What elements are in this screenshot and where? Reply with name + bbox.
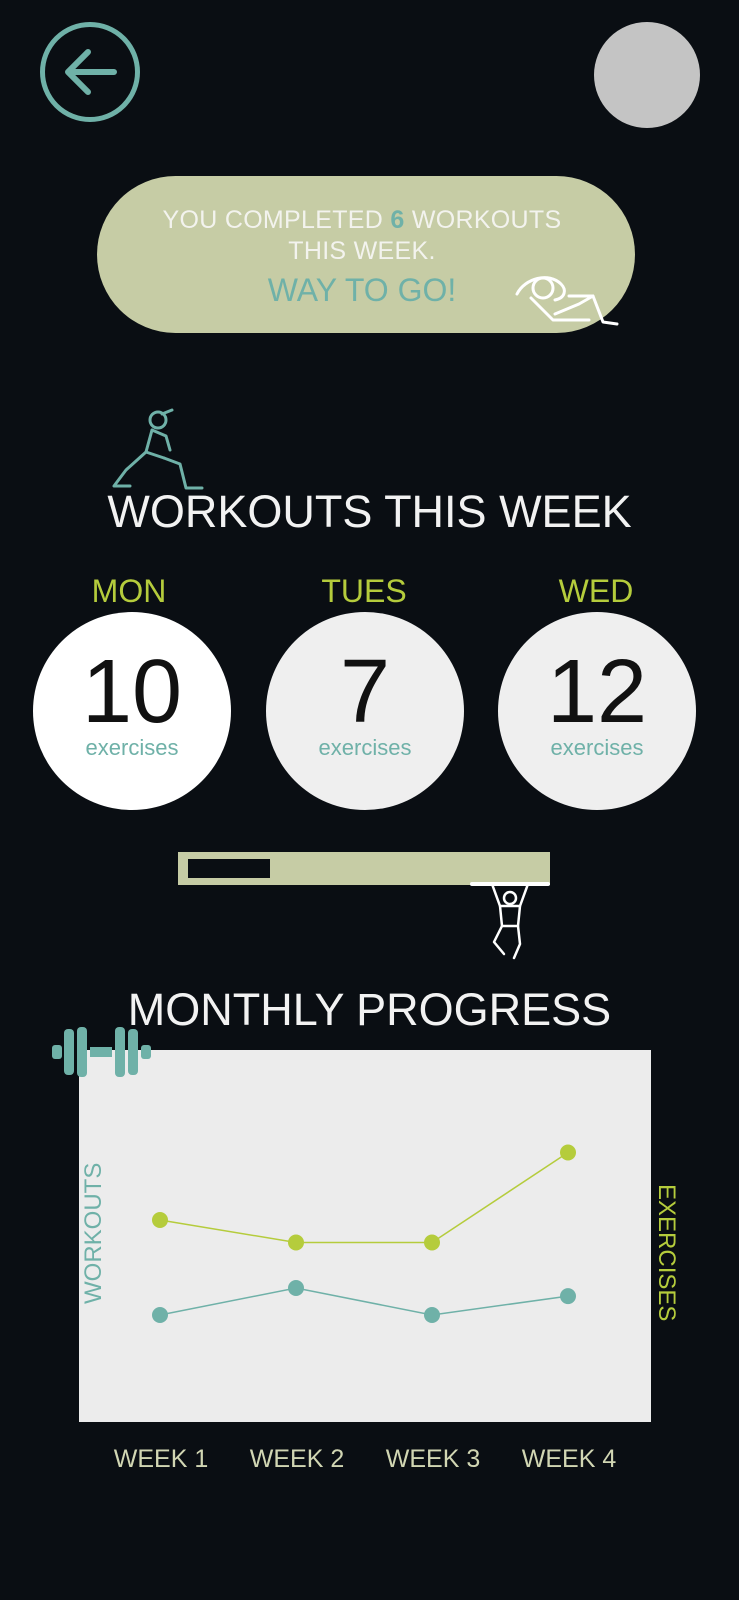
workouts-point-4[interactable] (560, 1288, 576, 1305)
lunge-figure-icon (112, 408, 204, 490)
banner-prefix: YOU COMPLETED (162, 206, 391, 234)
workouts-point-2[interactable] (288, 1280, 304, 1296)
week-scrollbar-thumb[interactable] (188, 859, 270, 878)
exercises-series-line (159, 1151, 569, 1244)
banner-suffix: WORKOUTS (404, 206, 562, 234)
situp-figure-icon (515, 276, 619, 326)
workouts-point-3[interactable] (424, 1307, 440, 1323)
pullup-figure-icon (470, 882, 550, 960)
day-label-wed: WED (558, 573, 634, 609)
dumbbell-icon (52, 1027, 151, 1077)
day-label-tues: TUES (321, 573, 407, 609)
y-axis-label-left: WORKOUTS (80, 1162, 107, 1304)
back-button[interactable] (40, 22, 140, 122)
x-tick-label: WEEK 2 (249, 1445, 345, 1473)
workouts-point-1[interactable] (152, 1307, 168, 1323)
day-card-tues[interactable]: 7 exercises (266, 612, 464, 810)
day-unit: exercises (85, 735, 179, 760)
day-value: 7 (339, 642, 391, 742)
avatar[interactable] (594, 22, 700, 128)
banner-line-1: YOU COMPLETED 6 WORKOUTS (97, 206, 627, 235)
x-tick-label: WEEK 3 (385, 1445, 481, 1473)
weekly-title: WORKOUTS THIS WEEK (107, 486, 632, 537)
workouts-series-line (159, 1287, 569, 1316)
monthly-chart-plot (152, 1144, 576, 1323)
y-axis-label-right: EXERCISES (653, 1184, 680, 1322)
workout-count: 6 (390, 206, 405, 234)
exercises-point-4[interactable] (560, 1144, 576, 1161)
day-card-wed[interactable]: 12 exercises (498, 612, 696, 810)
day-value: 10 (81, 642, 183, 742)
exercises-point-1[interactable] (152, 1212, 168, 1228)
weekly-summary-banner: YOU COMPLETED 6 WORKOUTS THIS WEEK. WAY … (97, 176, 635, 333)
day-card-mon[interactable]: 10 exercises (33, 612, 231, 810)
exercises-point-3[interactable] (424, 1234, 440, 1251)
monthly-chart (79, 1050, 651, 1422)
banner-line-2: THIS WEEK. (288, 237, 436, 265)
day-label-mon: MON (91, 573, 167, 609)
day-unit: exercises (318, 735, 412, 760)
arrow-left-icon (65, 49, 117, 95)
day-value: 12 (546, 642, 648, 742)
x-tick-label: WEEK 1 (113, 1445, 209, 1473)
day-unit: exercises (550, 735, 644, 760)
x-tick-label: WEEK 4 (521, 1445, 617, 1473)
exercises-point-2[interactable] (288, 1234, 304, 1251)
